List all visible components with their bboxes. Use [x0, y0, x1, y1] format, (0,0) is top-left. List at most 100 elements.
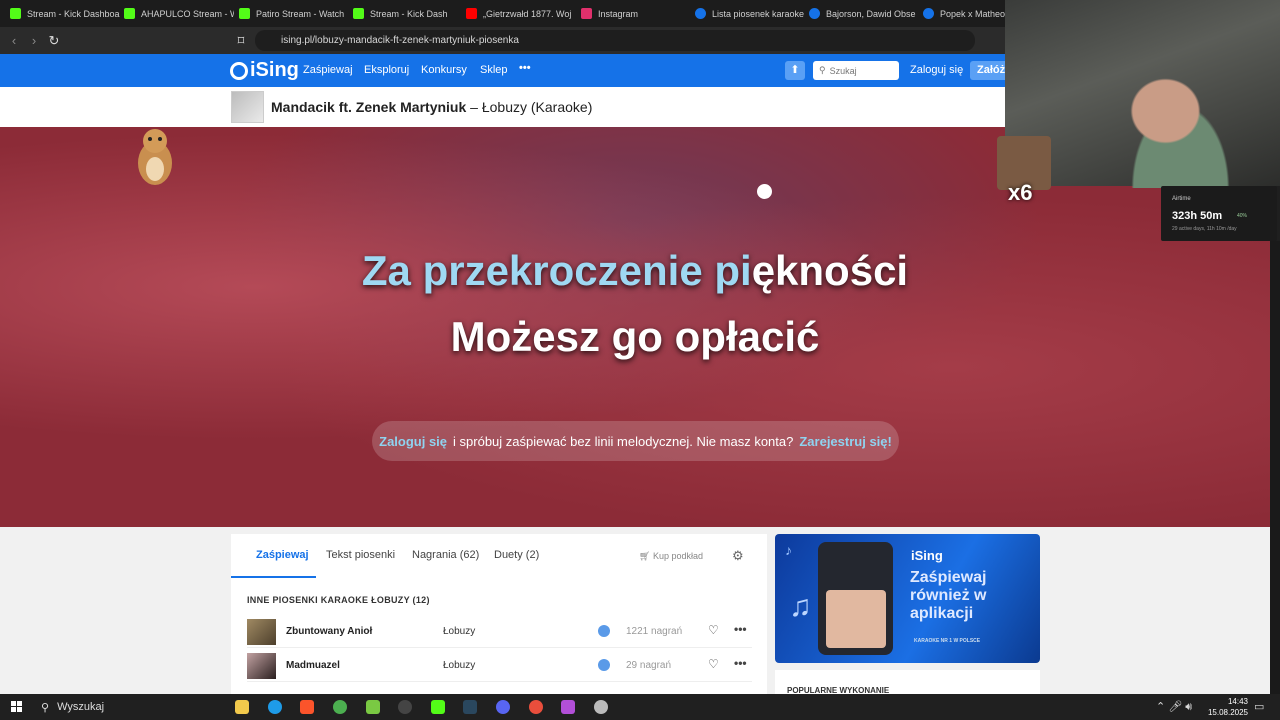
upload-button[interactable]: ⬆ [785, 61, 805, 80]
app-icon[interactable] [594, 700, 608, 714]
notice-text: i spróbuj zaśpiewać bez linii melodyczne… [453, 433, 794, 449]
buy-backing-track-button[interactable]: 🛒︎ Kup podkład [639, 551, 703, 562]
ising-icon [923, 8, 934, 19]
lyric-remaining-part: ękności [751, 247, 909, 294]
youtube-icon [466, 8, 477, 19]
music-note-icon: ♪ [785, 542, 792, 558]
search-icon: ⚲ [819, 65, 826, 75]
notice-login-link[interactable]: Zaloguj się [379, 434, 447, 449]
lyric-sung-part: Za przekroczenie pi [361, 247, 752, 294]
tab-sing[interactable]: Zaśpiewaj [256, 549, 309, 561]
gear-icon[interactable]: ⚙ [732, 548, 744, 564]
nav-shop[interactable]: Sklep [480, 64, 508, 76]
instagram-icon [581, 8, 592, 19]
song-header: Mandacik ft. Zenek Martyniuk – Łobuzy (K… [0, 87, 1005, 127]
url-text: ising.pl/lobuzy-mandacik-ft-zenek-martyn… [281, 35, 519, 46]
emote-count: x6 [1008, 180, 1033, 205]
promo-logo: iSing [911, 548, 943, 563]
popular-section: POPULARNE WYKONANIE [775, 670, 1040, 695]
discord-icon[interactable] [496, 700, 510, 714]
airtime-value: 323h 50m [1172, 210, 1223, 222]
app-icon[interactable] [529, 700, 543, 714]
browser-tab[interactable]: Patiro Stream - Watch [233, 0, 349, 27]
nav-more[interactable]: ••• [519, 62, 531, 74]
promo-subtitle: KARAOKE NR 1 W POLSCE [914, 638, 981, 644]
app-icon[interactable] [366, 700, 380, 714]
forward-icon[interactable]: › [24, 33, 44, 48]
tab-label: AHAPULCO Stream - W [141, 8, 234, 19]
song-title[interactable]: Zbuntowany Anioł [286, 626, 372, 637]
windows-start-icon[interactable] [11, 701, 22, 712]
hamster-sticker [138, 129, 172, 185]
clock[interactable]: 14:43 15.08.2025 [1203, 696, 1248, 718]
tab-label: Popek x Matheo – W [940, 8, 1007, 19]
cart-icon: 🛒︎ [639, 551, 653, 561]
music-note-icon: ♫ [789, 590, 812, 623]
logo-circle-icon [230, 61, 248, 80]
bookmark-icon[interactable]: ⌑ [231, 33, 251, 49]
ising-icon [809, 8, 820, 19]
brave-icon[interactable] [300, 700, 314, 714]
nav-contests[interactable]: Konkursy [421, 64, 467, 76]
song-title[interactable]: Madmuazel [286, 660, 340, 671]
kick-icon [124, 8, 135, 19]
browser-tab[interactable]: „Gietrzwałd 1877. Woj [460, 0, 576, 27]
browser-tab[interactable]: Stream - Kick Dashboa [4, 0, 120, 27]
heart-icon[interactable]: ♡ [708, 623, 719, 637]
tab-recordings[interactable]: Nagrania (62) [412, 549, 479, 561]
search-input[interactable]: ⚲ Szukaj [813, 61, 899, 80]
song-artist[interactable]: Łobuzy [443, 660, 475, 671]
reload-icon[interactable]: ↻ [44, 33, 64, 49]
obs-icon[interactable] [398, 700, 412, 714]
system-tray-icons[interactable]: ⌃ 🎤︎ 🔊︎ [1156, 700, 1192, 714]
buy-label: Kup podkład [652, 551, 703, 561]
browser-tab[interactable]: Lista piosenek karaoke [689, 0, 805, 27]
kick-icon[interactable] [431, 700, 445, 714]
tab-label: Instagram [598, 8, 639, 19]
tab-label: Lista piosenek karaoke [712, 8, 805, 19]
file-explorer-icon[interactable] [235, 700, 249, 714]
register-button[interactable]: Załóż [970, 61, 1005, 80]
back-icon[interactable]: ‹ [4, 33, 24, 48]
lyric-line-next: Możesz go opłacić [450, 313, 820, 360]
login-notice: Zaloguj się i spróbuj zaśpiewać bez lini… [372, 421, 899, 461]
tab-label: Patiro Stream - Watch [256, 8, 345, 19]
browser-tab[interactable]: Stream - Kick Dash [347, 0, 463, 27]
song-title: Mandacik ft. Zenek Martyniuk – Łobuzy (K… [271, 99, 592, 115]
ising-logo[interactable]: iSing [230, 59, 299, 82]
notification-icon[interactable]: ▭ [1254, 700, 1264, 713]
app-icon[interactable] [561, 700, 575, 714]
phone-mockup [818, 542, 893, 655]
steam-icon[interactable] [463, 700, 477, 714]
list-item[interactable]: Zbuntowany Anioł Łobuzy 1221 nagrań ♡ ••… [247, 615, 752, 648]
chrome-icon[interactable] [333, 700, 347, 714]
tab-duets[interactable]: Duety (2) [494, 549, 539, 561]
browser-tab[interactable]: Bajorson, Dawid Obse [803, 0, 919, 27]
more-icon[interactable]: ••• [734, 622, 747, 636]
address-bar-row: ‹ › ↻ ⌑ ising.pl/lobuzy-mandacik-ft-zene… [0, 27, 1005, 54]
kick-icon [10, 8, 21, 19]
tab-lyrics[interactable]: Tekst piosenki [326, 549, 395, 561]
nav-explore[interactable]: Eksploruj [364, 64, 409, 76]
active-tab-underline [231, 576, 316, 578]
heart-icon[interactable]: ♡ [708, 657, 719, 671]
notice-register-link[interactable]: Zarejestruj się! [799, 434, 892, 449]
browser-tab[interactable]: Instagram [575, 0, 691, 27]
search-icon: ⚲ [41, 701, 50, 714]
more-icon[interactable]: ••• [734, 656, 747, 670]
kick-icon [353, 8, 364, 19]
edge-icon[interactable] [268, 700, 282, 714]
airtime-percent: 40% [1237, 213, 1248, 219]
recordings-icon [598, 659, 610, 671]
phone-screen [826, 590, 886, 648]
tab-label: Stream - Kick Dash [370, 8, 448, 19]
login-link[interactable]: Zaloguj się [910, 64, 963, 76]
url-field[interactable]: ising.pl/lobuzy-mandacik-ft-zenek-martyn… [255, 30, 975, 51]
browser-tab[interactable]: Popek x Matheo – W [917, 0, 1007, 27]
taskbar-search[interactable]: ⚲ Wyszukaj [36, 698, 222, 716]
airtime-label: Airtime [1172, 196, 1191, 202]
browser-tab[interactable]: AHAPULCO Stream - W [118, 0, 234, 27]
list-item[interactable]: Madmuazel Łobuzy 29 nagrań ♡ ••• [247, 649, 752, 682]
nav-sing[interactable]: Zaśpiewaj [303, 64, 353, 76]
song-artist[interactable]: Łobuzy [443, 626, 475, 637]
